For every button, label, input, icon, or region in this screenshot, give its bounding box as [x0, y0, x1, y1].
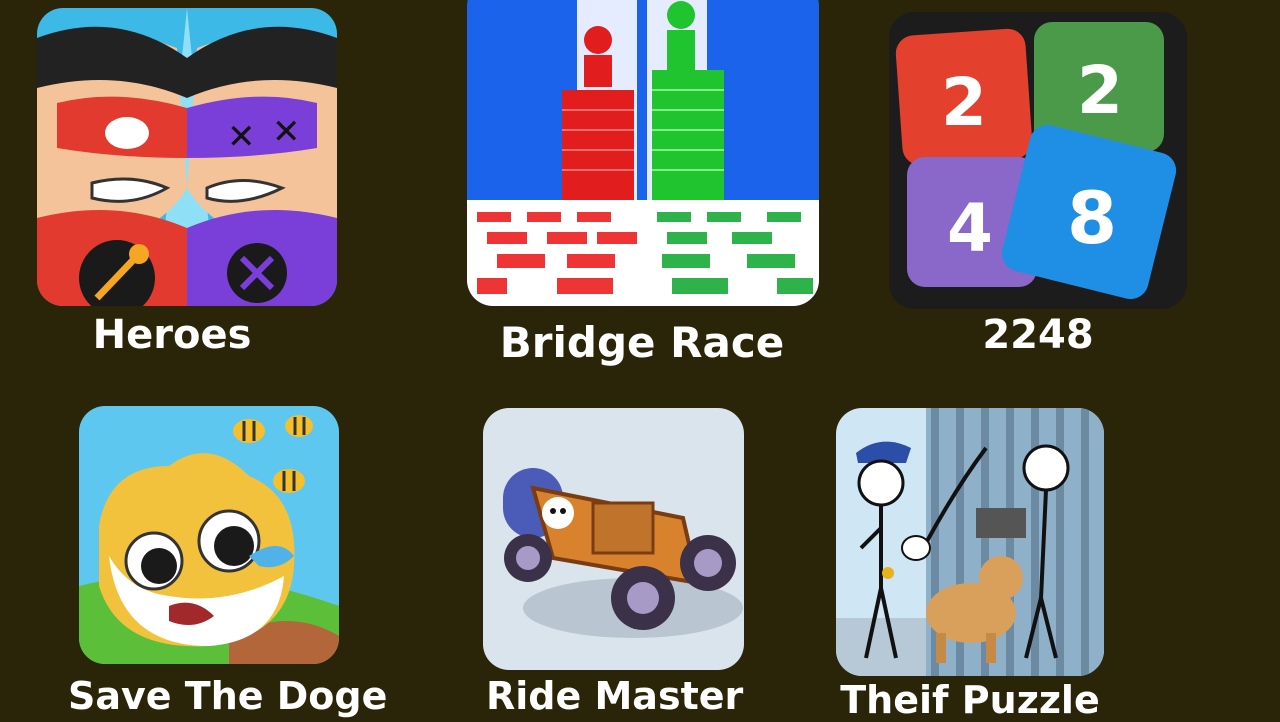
svg-text:✕: ✕	[227, 117, 256, 157]
ride-master-app-icon[interactable]	[483, 408, 744, 670]
svg-text:✕: ✕	[272, 112, 301, 152]
game-title[interactable]: 2248	[938, 312, 1138, 358]
bridge-race-app-icon[interactable]	[467, 0, 819, 306]
stickman-jail-icon	[836, 408, 1104, 676]
game-title[interactable]: Theif Puzzle	[840, 678, 1100, 722]
buggy-car-icon	[483, 408, 744, 670]
tile-label: 2	[1077, 52, 1123, 129]
heroes-app-icon[interactable]: ✕ ✕	[37, 8, 337, 306]
heroes-face-off-icon: ✕ ✕	[37, 8, 337, 306]
2248-app-icon[interactable]: 2 2 4 8	[889, 12, 1187, 309]
save-the-doge-app-icon[interactable]	[79, 406, 339, 664]
theif-puzzle-app-icon[interactable]	[836, 408, 1104, 676]
game-title[interactable]: Save The Doge	[68, 674, 387, 718]
game-title[interactable]: Bridge Race	[492, 318, 792, 367]
tile-label: 8	[1067, 176, 1118, 260]
crying-doge-bees-icon	[79, 406, 339, 664]
number-tiles-icon	[889, 12, 1187, 309]
stair-race-icon	[467, 0, 819, 306]
tile-label: 4	[947, 190, 993, 267]
game-title[interactable]: Ride Master	[486, 674, 743, 718]
game-title[interactable]: Heroes	[72, 312, 272, 358]
tile-label: 2	[941, 64, 987, 141]
